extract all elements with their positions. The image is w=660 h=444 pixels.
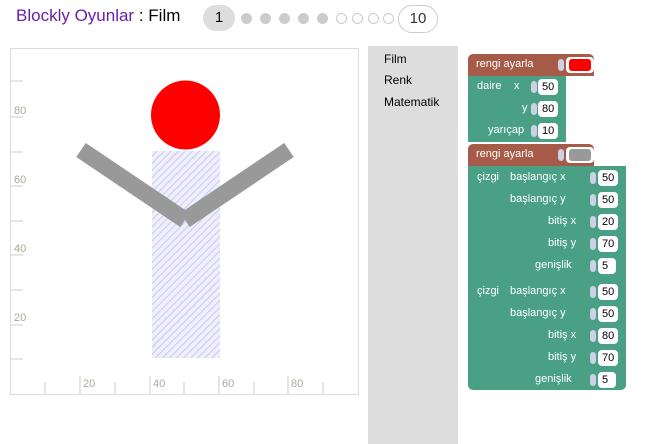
- line-block[interactable]: çizgi başlangıç x 50 başlangıç y 50 biti…: [468, 166, 626, 280]
- line-block[interactable]: çizgi başlangıç x 50 başlangıç y 50 biti…: [468, 280, 626, 390]
- red-swatch: [569, 59, 591, 71]
- circle-radius-label: yarıçap: [488, 124, 525, 136]
- level-dot-5[interactable]: [298, 13, 309, 24]
- drawing-surface: [11, 80, 324, 394]
- circle-y-label: y: [522, 102, 528, 114]
- width-label: genişlik: [535, 259, 572, 271]
- set-color-label: rengi ayarla: [476, 148, 534, 160]
- toolbox-category-film[interactable]: Film: [384, 52, 407, 66]
- head-circle: [151, 80, 220, 150]
- width-label: genişlik: [535, 373, 572, 385]
- width-input[interactable]: 5: [598, 258, 616, 274]
- start-y-label: başlangıç y: [510, 193, 566, 205]
- grey-swatch: [569, 149, 591, 161]
- set-color-block[interactable]: rengi ayarla: [468, 144, 594, 166]
- line-keyword: çizgi: [477, 171, 500, 183]
- circle-y-input[interactable]: 80: [538, 101, 559, 117]
- blocks-workspace: rengi ayarla daire x 50 y 80 yarıçap 10 …: [458, 46, 660, 444]
- end-y-label: bitiş y: [548, 351, 577, 363]
- start-x-input[interactable]: 50: [598, 284, 619, 300]
- line-keyword: çizgi: [477, 285, 500, 297]
- title-separator: :: [134, 6, 149, 25]
- end-x-input[interactable]: 80: [598, 328, 619, 344]
- circle-x-input[interactable]: 50: [538, 79, 559, 95]
- set-color-label: rengi ayarla: [476, 58, 534, 70]
- x-tick-label: 40: [153, 378, 166, 390]
- y-tick-label: 80: [14, 105, 27, 117]
- start-x-label: başlangıç x: [510, 285, 566, 297]
- circle-keyword: daire: [477, 80, 502, 92]
- target-body-hint: [152, 151, 220, 358]
- page-title: Blockly Oyunlar : Film: [16, 6, 180, 26]
- level-dot-8[interactable]: [352, 13, 363, 24]
- x-tick-label: 20: [83, 378, 96, 390]
- visualization-canvas: 80 60 40 20 20 40 60 80: [10, 48, 359, 395]
- end-x-label: bitiş x: [548, 329, 577, 341]
- level-dot-7[interactable]: [336, 13, 347, 24]
- circle-block[interactable]: daire x 50 y 80 yarıçap 10: [468, 76, 566, 142]
- start-y-input[interactable]: 50: [598, 306, 619, 322]
- color-picker[interactable]: [566, 147, 594, 163]
- current-level-button[interactable]: 1: [203, 5, 235, 31]
- app-name-link[interactable]: Blockly Oyunlar: [16, 6, 134, 25]
- level-dot-2[interactable]: [241, 13, 252, 24]
- toolbox: Film Renk Matematik: [368, 46, 458, 444]
- end-x-input[interactable]: 20: [598, 214, 619, 230]
- level-dot-9[interactable]: [368, 13, 379, 24]
- end-y-label: bitiş y: [548, 237, 577, 249]
- start-y-input[interactable]: 50: [598, 192, 619, 208]
- y-tick-label: 20: [14, 312, 27, 324]
- x-tick-label: 60: [222, 378, 235, 390]
- toolbox-category-math[interactable]: Matematik: [384, 95, 439, 109]
- set-color-block[interactable]: rengi ayarla: [468, 54, 594, 76]
- end-x-label: bitiş x: [548, 215, 577, 227]
- level-dot-3[interactable]: [260, 13, 271, 24]
- end-y-input[interactable]: 70: [598, 236, 619, 252]
- x-tick-label: 80: [291, 378, 304, 390]
- level-dot-10[interactable]: [383, 13, 394, 24]
- width-input[interactable]: 5: [598, 372, 616, 388]
- toolbox-category-color[interactable]: Renk: [384, 73, 412, 87]
- level-name: Film: [148, 6, 181, 25]
- start-x-label: başlangıç x: [510, 171, 566, 183]
- y-tick-label: 60: [14, 174, 27, 186]
- end-y-input[interactable]: 70: [598, 350, 619, 366]
- y-tick-label: 40: [14, 243, 27, 255]
- color-picker[interactable]: [566, 57, 594, 73]
- start-x-input[interactable]: 50: [598, 170, 619, 186]
- circle-radius-input[interactable]: 10: [538, 123, 559, 139]
- circle-x-label: x: [514, 80, 520, 92]
- start-y-label: başlangıç y: [510, 307, 566, 319]
- last-level-button[interactable]: 10: [398, 5, 438, 33]
- level-dot-6[interactable]: [317, 13, 328, 24]
- level-dot-4[interactable]: [279, 13, 290, 24]
